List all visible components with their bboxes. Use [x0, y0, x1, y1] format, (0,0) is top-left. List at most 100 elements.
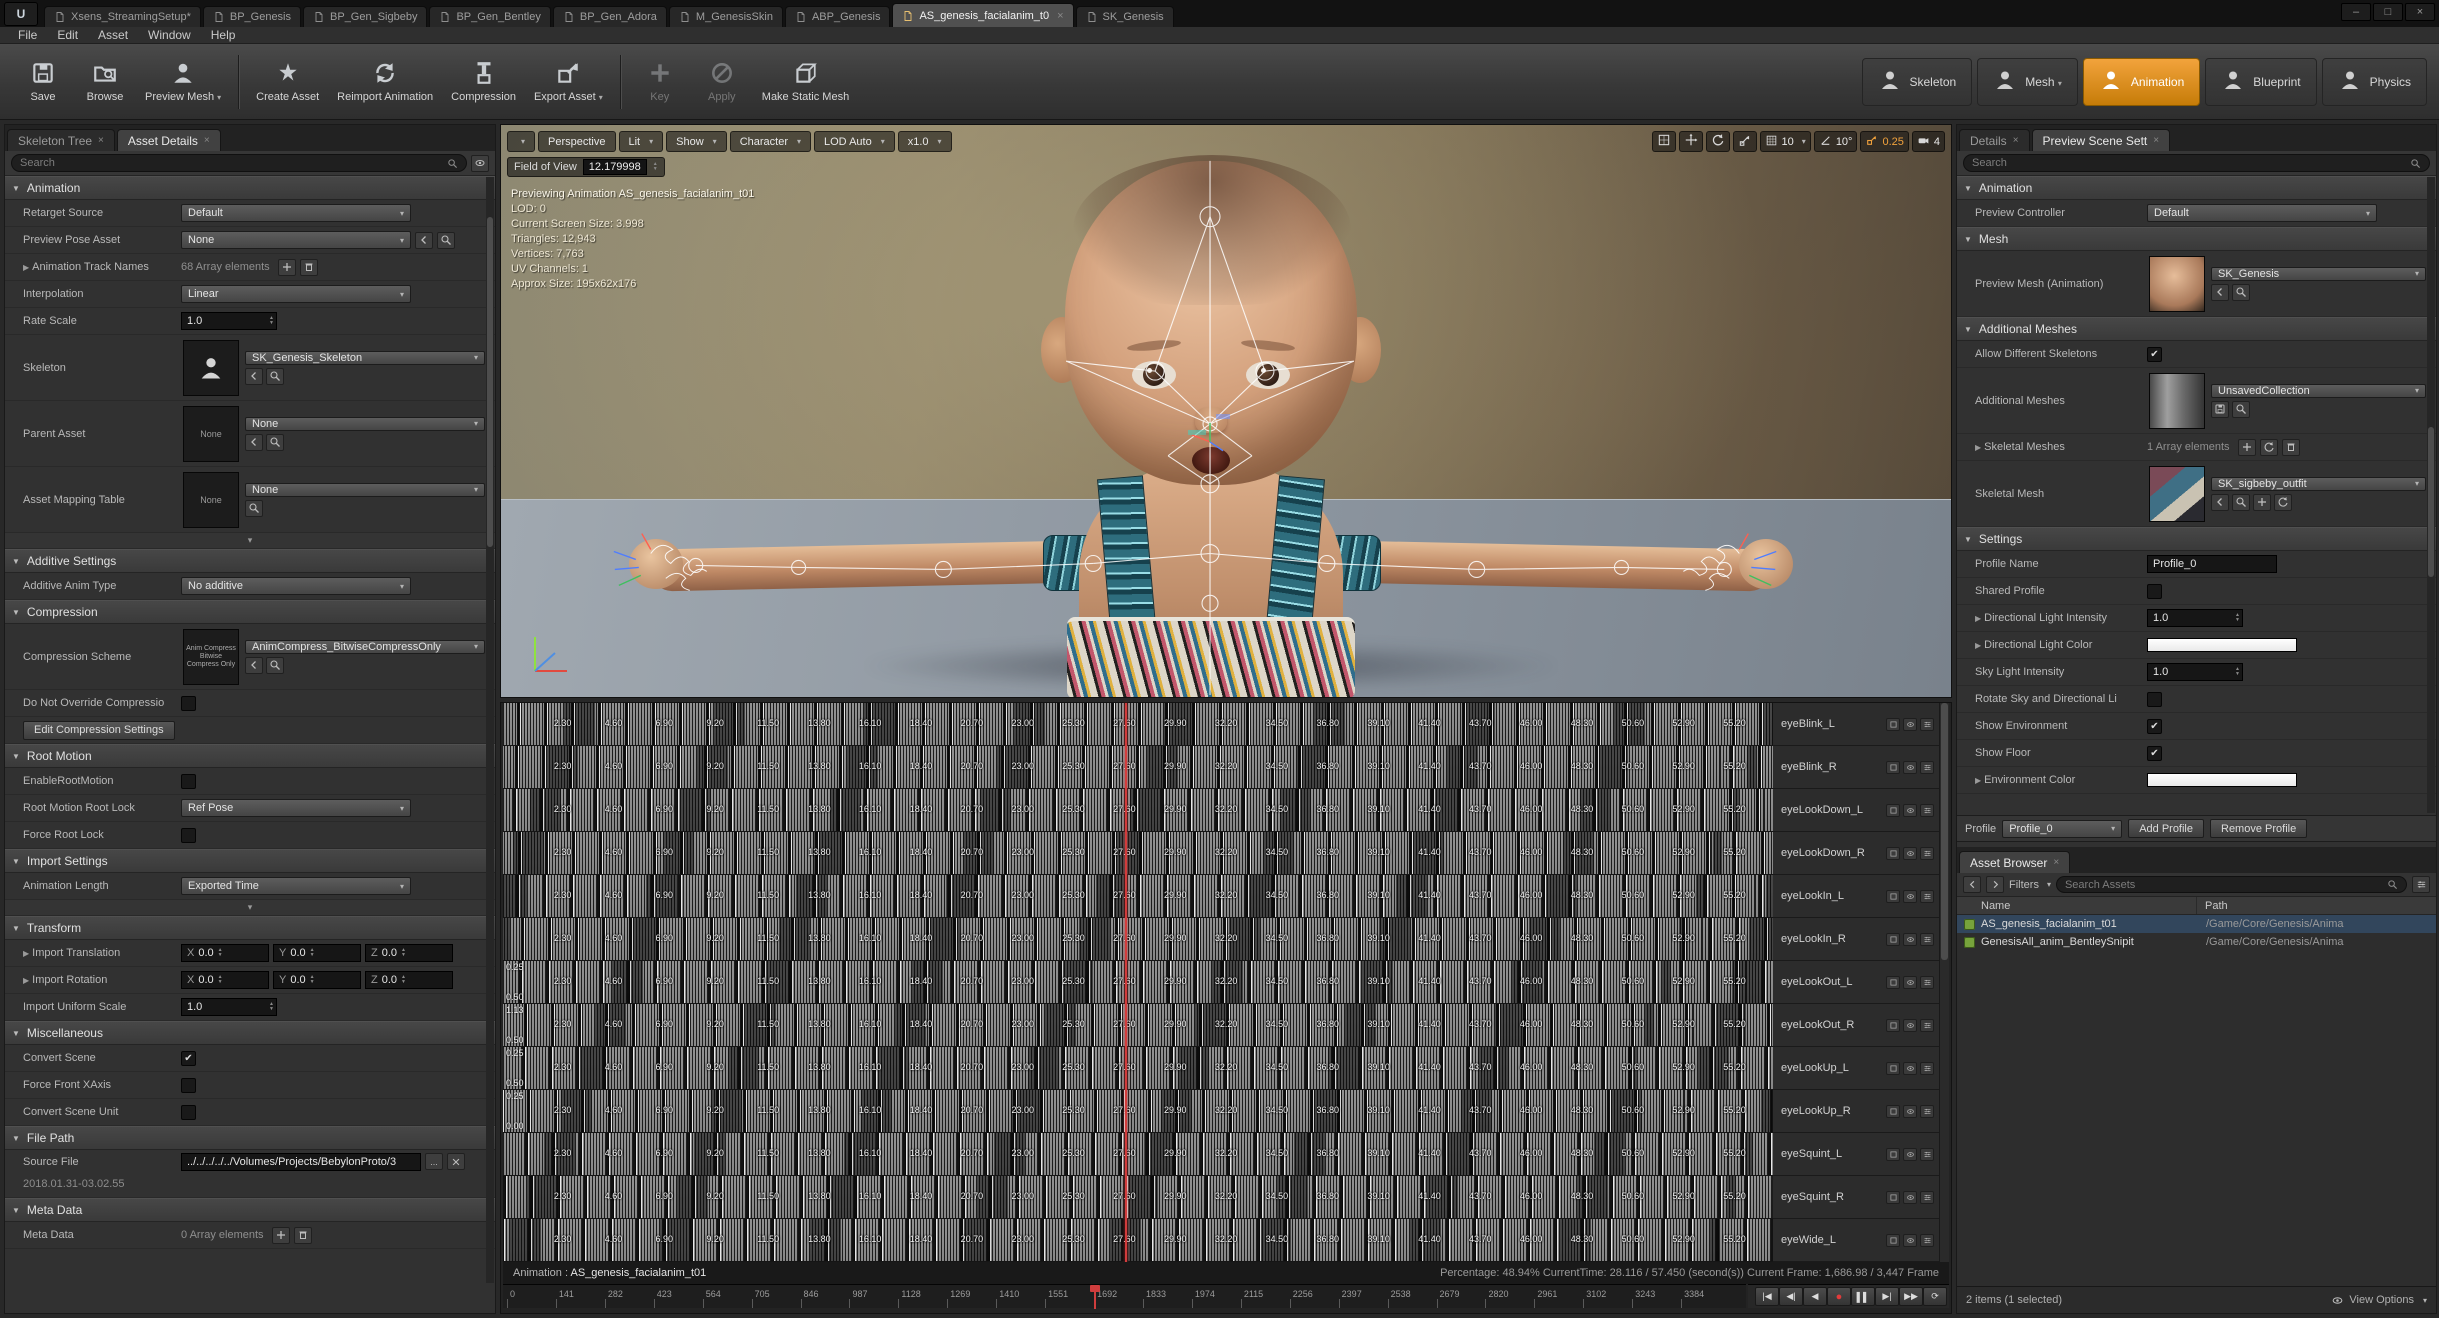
category-header-animation[interactable]: ▼Animation	[1957, 176, 2436, 200]
mode-button-mesh[interactable]: Mesh ▾	[1977, 58, 2078, 106]
translate-button[interactable]	[1679, 131, 1703, 152]
asset-thumbnail[interactable]	[2149, 256, 2205, 312]
track-options-icon[interactable]	[1920, 976, 1934, 989]
magnifier-icon-button[interactable]	[2232, 401, 2250, 418]
track-toggle-icon[interactable]	[1886, 933, 1900, 946]
asset-row-genesisall-anim-bentleysnipit[interactable]: GenesisAll_anim_BentleySnipit/Game/Core/…	[1957, 933, 2436, 951]
view-options-icon[interactable]	[471, 155, 489, 172]
camera-speed-button[interactable]: 4	[1912, 131, 1945, 152]
track-toggle-icon[interactable]	[1886, 761, 1900, 774]
close-icon[interactable]: ×	[2053, 857, 2059, 868]
asset-dropdown-animcompress-bitwisecompressonly[interactable]: AnimCompress_BitwiseCompressOnly▾	[245, 640, 485, 654]
track-options-icon[interactable]	[1920, 718, 1934, 731]
viewport-button-lod-auto[interactable]: LOD Auto▾	[814, 131, 895, 152]
toolbar-button-apply[interactable]: Apply	[691, 56, 753, 107]
track-visibility-icon[interactable]	[1903, 933, 1917, 946]
track-curve[interactable]: 2.304.606.909.2011.5013.8016.1018.4020.7…	[503, 1004, 1773, 1047]
trash-icon-button[interactable]	[294, 1227, 312, 1244]
expand-arrow-icon[interactable]: ▶	[23, 949, 29, 958]
checkbox-do-not-override-compressio[interactable]	[181, 696, 196, 711]
asset-dropdown-unsavedcollection[interactable]: UnsavedCollection▾	[2211, 384, 2426, 398]
close-button[interactable]: ×	[2405, 3, 2435, 21]
track-visibility-icon[interactable]	[1903, 1234, 1917, 1247]
expand-arrow-icon[interactable]: ▶	[23, 976, 29, 985]
track-visibility-icon[interactable]	[1903, 1019, 1917, 1032]
back-icon-button[interactable]	[245, 368, 263, 385]
asset-dropdown-sk-genesis[interactable]: SK_Genesis▾	[2211, 267, 2426, 281]
checkbox-rotate-sky-and-directional-li[interactable]	[2147, 692, 2162, 707]
asset-dropdown-none[interactable]: None▾	[245, 483, 485, 497]
spinner-arrows-icon[interactable]: ▲▼	[218, 948, 223, 958]
toolbar-button-reimport-animation[interactable]: Reimport Animation	[328, 56, 442, 107]
viewport-button-show[interactable]: Show▾	[666, 131, 727, 152]
viewport-button-perspective[interactable]: Perspective	[538, 131, 615, 152]
track-visibility-icon[interactable]	[1903, 718, 1917, 731]
column-settings-icon[interactable]	[2412, 876, 2430, 893]
document-tab-bp-gen-bentley[interactable]: BP_Gen_Bentley	[429, 6, 550, 27]
viewport-button-character[interactable]: Character▾	[730, 131, 811, 152]
asset-thumbnail[interactable]	[183, 340, 239, 396]
axis-field-y[interactable]: Y0.0▲▼	[273, 971, 361, 989]
timeline-playhead[interactable]	[1125, 703, 1127, 1262]
track-toggle-icon[interactable]	[1886, 976, 1900, 989]
dropdown-interpolation[interactable]: Linear▾	[181, 285, 411, 303]
plus-icon-button[interactable]	[2253, 494, 2271, 511]
expand-arrow-icon[interactable]: ▶	[1975, 776, 1981, 785]
button-edit-compression-settings[interactable]: Edit Compression Settings	[23, 721, 175, 740]
toolbar-button-compression[interactable]: Compression	[442, 56, 525, 107]
track-curve[interactable]: 2.304.606.909.2011.5013.8016.1018.4020.7…	[503, 703, 1773, 746]
track-visibility-icon[interactable]	[1903, 1148, 1917, 1161]
track-toggle-icon[interactable]	[1886, 1191, 1900, 1204]
timeline-ruler[interactable]: 0141282423564705846987112812691410155116…	[503, 1284, 1746, 1308]
back-arrow-icon[interactable]	[1963, 876, 1981, 893]
profile-select[interactable]: Profile_0 ▾	[2002, 820, 2122, 838]
color-swatch-directional-light-color[interactable]	[2147, 638, 2297, 652]
toolbar-button-key[interactable]: Key	[629, 56, 691, 107]
checkbox-enablerootmotion[interactable]	[181, 774, 196, 789]
track-options-icon[interactable]	[1920, 1062, 1934, 1075]
mode-button-animation[interactable]: Animation	[2083, 58, 2200, 106]
axis-field-z[interactable]: Z0.0▲▼	[365, 944, 453, 962]
spinner-arrows-icon[interactable]: ▲▼	[218, 975, 223, 985]
track-toggle-icon[interactable]	[1886, 1105, 1900, 1118]
magnifier-icon-button[interactable]	[266, 657, 284, 674]
magnifier-icon-button[interactable]	[245, 500, 263, 517]
asset-thumbnail[interactable]: Anim Compress Bitwise Compress Only	[183, 629, 239, 685]
number-field-import-uniform-scale[interactable]: 1.0▲▼	[181, 998, 277, 1016]
dropdown-additive-anim-type[interactable]: No additive▾	[181, 577, 411, 595]
trash-icon-button[interactable]	[2282, 439, 2300, 456]
track-toggle-icon[interactable]	[1886, 1019, 1900, 1032]
filters-dropdown[interactable]: Filters ▾	[2009, 879, 2051, 891]
browse-file-button[interactable]: ...	[425, 1153, 443, 1170]
close-icon[interactable]: ×	[1057, 10, 1063, 22]
viewport-button-x1-0[interactable]: x1.0▾	[898, 131, 952, 152]
tab-asset-browser[interactable]: Asset Browser ×	[1959, 851, 2070, 873]
track-curve[interactable]: 2.304.606.909.2011.5013.8016.1018.4020.7…	[503, 746, 1773, 789]
checkbox-force-root-lock[interactable]	[181, 828, 196, 843]
track-toggle-icon[interactable]	[1886, 847, 1900, 860]
number-field-rate-scale[interactable]: 1.0▲▼	[181, 312, 277, 330]
maximize-button[interactable]: □	[2373, 3, 2403, 21]
grid-snap-button[interactable]: 10▾	[1760, 131, 1811, 152]
spinner-arrows-icon[interactable]: ▲▼	[653, 162, 658, 172]
spinner-arrows-icon[interactable]: ▲▼	[310, 948, 315, 958]
scale3-button[interactable]	[1733, 131, 1757, 152]
close-icon[interactable]: ×	[204, 135, 210, 146]
mode-button-physics[interactable]: Physics	[2322, 58, 2427, 106]
minimize-button[interactable]: –	[2341, 3, 2371, 21]
asset-dropdown-sk-sigbeby-outfit[interactable]: SK_sigbeby_outfit▾	[2211, 477, 2426, 491]
rotate3-button[interactable]	[1706, 131, 1730, 152]
back-icon-button[interactable]	[245, 434, 263, 451]
track-toggle-icon[interactable]	[1886, 718, 1900, 731]
magnifier-icon-button[interactable]	[266, 368, 284, 385]
asset-thumbnail[interactable]	[2149, 466, 2205, 522]
menu-help[interactable]: Help	[201, 28, 246, 42]
checkbox-show-environment[interactable]: ✔	[2147, 719, 2162, 734]
toolbar-button-preview-mesh[interactable]: Preview Mesh ▾	[136, 56, 230, 107]
track-curve[interactable]: 2.304.606.909.2011.5013.8016.1018.4020.7…	[503, 1047, 1773, 1090]
asset-dropdown-sk-genesis-skeleton[interactable]: SK_Genesis_Skeleton▾	[245, 351, 485, 365]
menu-file[interactable]: File	[8, 28, 47, 42]
trash-icon-button[interactable]	[300, 259, 318, 276]
dropdown-animation-length[interactable]: Exported Time▾	[181, 877, 411, 895]
document-tab-m-genesisskin[interactable]: M_GenesisSkin	[669, 6, 783, 27]
